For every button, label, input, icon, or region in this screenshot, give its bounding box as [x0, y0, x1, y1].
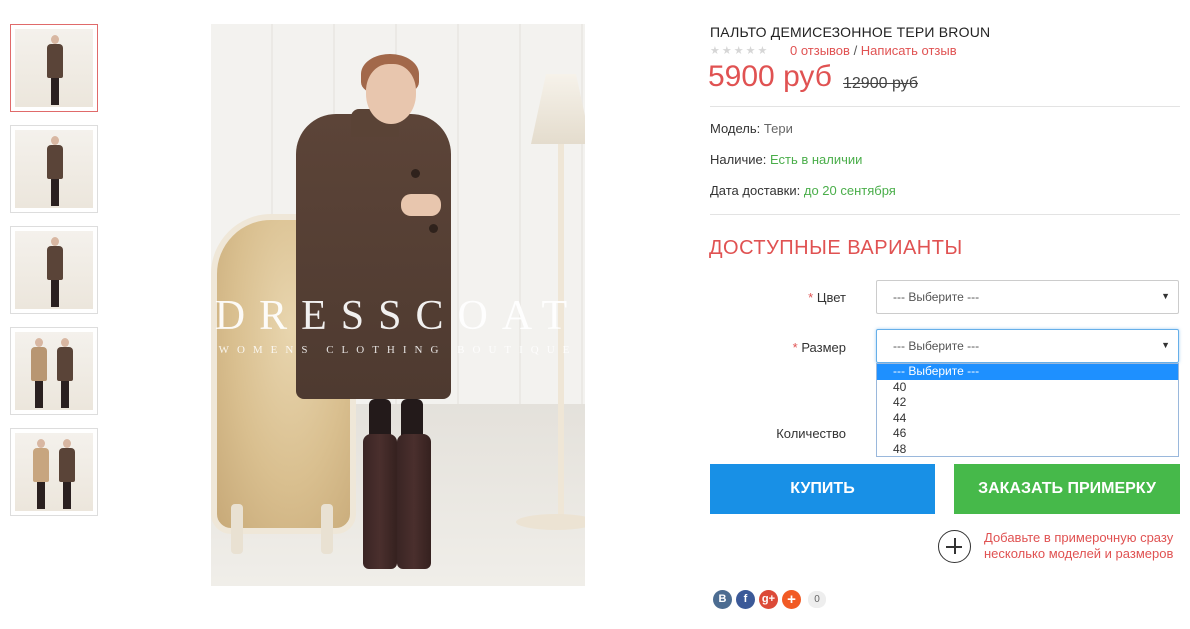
model-figure [33, 439, 49, 509]
size-label: * Размер [770, 340, 846, 355]
size-label-text: Размер [801, 340, 846, 355]
reviews-links: 0 отзывов / Написать отзыв [790, 43, 957, 58]
thumbnail-5[interactable] [10, 428, 98, 516]
model-figure [59, 439, 75, 509]
availability-value: Есть в наличии [769, 152, 863, 167]
model-figure [57, 338, 73, 408]
color-select-value: --- Выберите --- [893, 290, 980, 304]
model-figure [47, 136, 63, 206]
facebook-share-icon[interactable]: f [736, 590, 755, 609]
size-option[interactable]: 42 [877, 395, 1178, 411]
vk-share-icon[interactable]: B [713, 590, 732, 609]
required-mark: * [792, 340, 798, 355]
model-figure [47, 237, 63, 307]
model-row: Модель: Тери [710, 121, 793, 136]
coat-button [429, 224, 438, 233]
model-value: Тери [763, 121, 793, 136]
dropdown-arrow-icon: ▼ [1161, 291, 1170, 301]
availability-row: Наличие: Есть в наличии [710, 152, 862, 167]
color-label-text: Цвет [816, 290, 846, 305]
size-option[interactable]: --- Выберите --- [877, 364, 1178, 380]
thumbnail-3[interactable] [10, 226, 98, 314]
watermark-brand: DRESSCOAT [214, 293, 582, 339]
coat-button [411, 169, 420, 178]
delivery-value: до 20 сентября [803, 183, 896, 198]
dropdown-arrow-icon: ▼ [1161, 340, 1170, 350]
model-figure [31, 338, 47, 408]
reviews-separator: / [849, 43, 861, 58]
write-review-link[interactable]: Написать отзыв [861, 43, 957, 58]
divider [710, 106, 1180, 107]
model-coat [296, 114, 451, 399]
divider [710, 214, 1180, 215]
model-boot [363, 434, 397, 569]
quantity-label: Количество [776, 426, 846, 441]
thumbnail-1[interactable] [10, 24, 98, 112]
model-label: Модель: [710, 121, 761, 136]
rating-stars: ★★★★★ [710, 45, 770, 57]
reviews-count-link[interactable]: 0 отзывов [790, 43, 850, 58]
model-figure [47, 35, 63, 105]
thumbnail-2[interactable] [10, 125, 98, 213]
product-title: ПАЛЬТО ДЕМИСЕЗОННОЕ ТЕРИ BROUN [710, 24, 991, 40]
size-select-value: --- Выберите --- [893, 339, 980, 353]
main-product-image[interactable]: DRESSCOAT WOMENS CLOTHING BOUTIQUE [211, 24, 585, 586]
google-plus-share-icon[interactable]: g+ [759, 590, 778, 609]
watermark-subtitle: WOMENS CLOTHING BOUTIQUE [218, 344, 578, 356]
thumbnail-image [15, 332, 93, 410]
availability-label: Наличие: [710, 152, 767, 167]
options-title: ДОСТУПНЫЕ ВАРИАНТЫ [709, 237, 963, 259]
current-price: 5900 руб [708, 60, 832, 93]
thumbnail-image [15, 433, 93, 511]
model-face [366, 64, 416, 124]
order-fitting-button[interactable]: ЗАКАЗАТЬ ПРИМЕРКУ [954, 464, 1180, 514]
delivery-label: Дата доставки: [710, 183, 801, 198]
add-to-fitting-icon[interactable] [938, 530, 971, 563]
color-label: * Цвет [780, 290, 846, 305]
armchair-leg [231, 504, 243, 554]
thumbnail-4[interactable] [10, 327, 98, 415]
size-dropdown-list[interactable]: --- Выберите --- 40 42 44 46 48 [876, 363, 1179, 457]
share-count: 0 [808, 591, 826, 608]
armchair-leg [321, 504, 333, 554]
size-option[interactable]: 40 [877, 380, 1178, 396]
color-select[interactable]: --- Выберите --- ▼ [876, 280, 1179, 314]
model-hand [401, 194, 441, 216]
model-boot [397, 434, 431, 569]
add-to-fitting-text[interactable]: Добавьте в примерочную сразу несколько м… [984, 530, 1174, 562]
more-share-icon[interactable]: + [782, 590, 801, 609]
old-price: 12900 руб [843, 75, 918, 92]
size-select[interactable]: --- Выберите --- ▼ [876, 329, 1179, 363]
buy-button[interactable]: КУПИТЬ [710, 464, 935, 514]
size-option[interactable]: 48 [877, 442, 1178, 458]
size-option[interactable]: 46 [877, 426, 1178, 442]
size-option[interactable]: 44 [877, 411, 1178, 427]
delivery-row: Дата доставки: до 20 сентября [710, 183, 896, 198]
required-mark: * [808, 290, 814, 305]
